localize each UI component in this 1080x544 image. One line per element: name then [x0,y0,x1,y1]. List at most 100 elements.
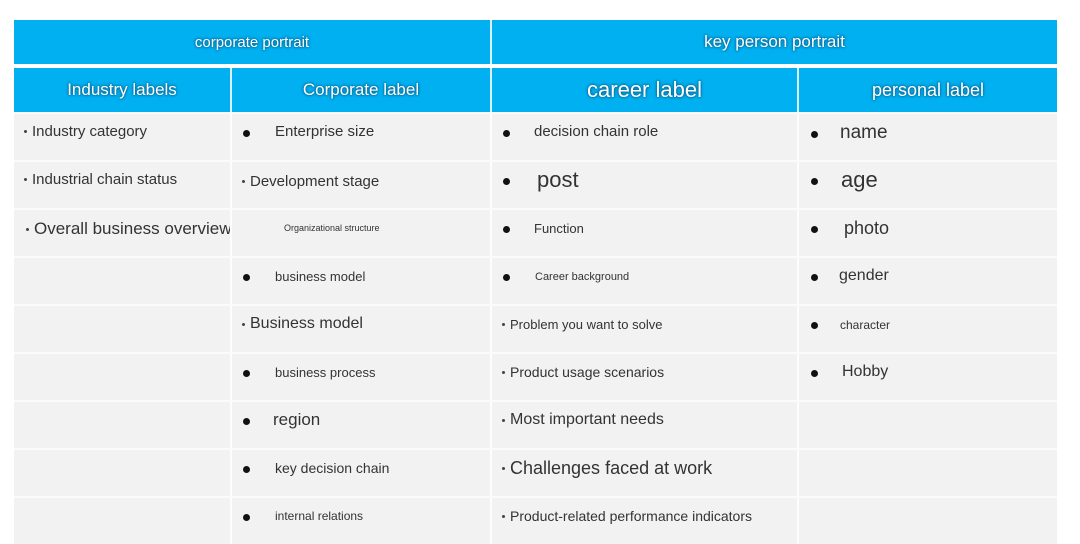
corporate-cell: business process [230,354,490,400]
label-text: gender [839,267,889,284]
corporate-cell: internal relations [230,498,490,544]
corporate-cell: business model [230,258,490,304]
group-header-corporate-portrait: corporate portrait [14,20,490,64]
industry-cell-empty [14,450,230,496]
label-text: Business model [250,315,363,332]
bullet-icon [811,131,818,138]
label-text: business model [275,269,366,284]
column-header-industry: Industry labels [14,68,230,112]
bullet-icon [24,130,27,133]
table-body: Industry category Enterprise size decisi… [14,112,1057,544]
bullet-icon [243,130,250,137]
industry-cell-empty [14,498,230,544]
table-row: region Most important needs [14,400,1057,448]
personal-cell-empty [797,402,1057,448]
corporate-cell: Business model [230,306,490,352]
corporate-cell: key decision chain [230,450,490,496]
column-header-row: Industry labels Corporate label career l… [14,68,1057,112]
bullet-icon [503,130,510,137]
industry-cell-empty [14,258,230,304]
career-cell: Function [490,210,797,256]
bullet-icon [26,227,29,231]
bullet-icon [502,323,505,326]
label-text: Industry category [32,123,148,140]
career-cell: Most important needs [490,402,797,448]
industry-cell-empty [14,402,230,448]
label-text: Organizational structure [284,223,380,233]
personal-cell: Hobby [797,354,1057,400]
bullet-icon [811,370,818,377]
table-row: Business model Problem you want to solve… [14,304,1057,352]
career-cell: post [490,162,797,208]
bullet-icon [811,178,818,185]
personal-cell: age [797,162,1057,208]
label-text: region [273,410,321,429]
career-cell: Problem you want to solve [490,306,797,352]
personal-cell-empty [797,498,1057,544]
label-text: character [840,318,891,332]
portrait-table: corporate portrait key person portrait I… [14,20,1057,544]
label-text: internal relations [275,509,364,523]
corporate-cell: region [230,402,490,448]
label-text: Hobby [842,363,889,380]
group-header-key-person-portrait: key person portrait [490,20,1057,64]
bullet-icon [243,466,250,473]
table-row: business model Career background gender [14,256,1057,304]
label-text: Development stage [250,173,380,190]
label-text: photo [844,218,890,238]
column-header-personal: personal label [797,68,1057,112]
bullet-icon [503,178,510,185]
career-cell: Product-related performance indicators [490,498,797,544]
bullet-icon [502,418,505,422]
label-text: Industrial chain status [32,171,178,188]
bullet-icon [811,322,818,329]
group-header-row: corporate portrait key person portrait [14,20,1057,64]
bullet-icon [503,226,510,233]
column-header-career: career label [490,68,797,112]
personal-cell: name [797,114,1057,160]
label-text: name [840,122,888,143]
career-cell: decision chain role [490,114,797,160]
label-text: Challenges faced at work [510,458,713,478]
corporate-cell: Development stage [230,162,490,208]
label-text: post [537,167,579,192]
bullet-icon [502,514,505,518]
industry-cell-empty [14,306,230,352]
industry-cell: Overall business overview [14,210,232,256]
label-text: Product-related performance indicators [510,508,753,524]
industry-cell: Industry category [14,114,230,160]
corporate-cell: Enterprise size [230,114,490,160]
bullet-icon [243,274,250,281]
table-row: Overall business overview Organizational… [14,208,1057,256]
bullet-icon [243,418,250,425]
bullet-icon [503,274,510,281]
label-text: decision chain role [534,123,659,140]
personal-cell-empty [797,450,1057,496]
table-row: key decision chain Challenges faced at w… [14,448,1057,496]
career-cell: Challenges faced at work [490,450,797,496]
label-text: age [841,167,878,192]
bullet-icon [243,370,250,377]
bullet-icon [242,322,245,326]
bullet-icon [502,370,505,374]
corporate-cell: Organizational structure [230,210,490,256]
label-text: Function [534,221,584,236]
table-row: business process Product usage scenarios… [14,352,1057,400]
table-row: internal relations Product-related perfo… [14,496,1057,544]
column-header-corporate: Corporate label [230,68,490,112]
personal-cell: photo [797,210,1057,256]
bullet-icon [502,467,505,470]
career-cell: Career background [490,258,797,304]
bullet-icon [243,514,250,521]
table-row: Industrial chain status Development stag… [14,160,1057,208]
label-text: Problem you want to solve [510,317,663,332]
bullet-icon [811,274,818,281]
label-text: business process [275,365,376,380]
bullet-icon [811,226,818,233]
label-text: Overall business overview [34,219,232,238]
label-text: Career background [535,271,630,283]
label-text: key decision chain [275,460,390,476]
table-row: Industry category Enterprise size decisi… [14,112,1057,160]
personal-cell: character [797,306,1057,352]
bullet-icon [242,180,245,183]
